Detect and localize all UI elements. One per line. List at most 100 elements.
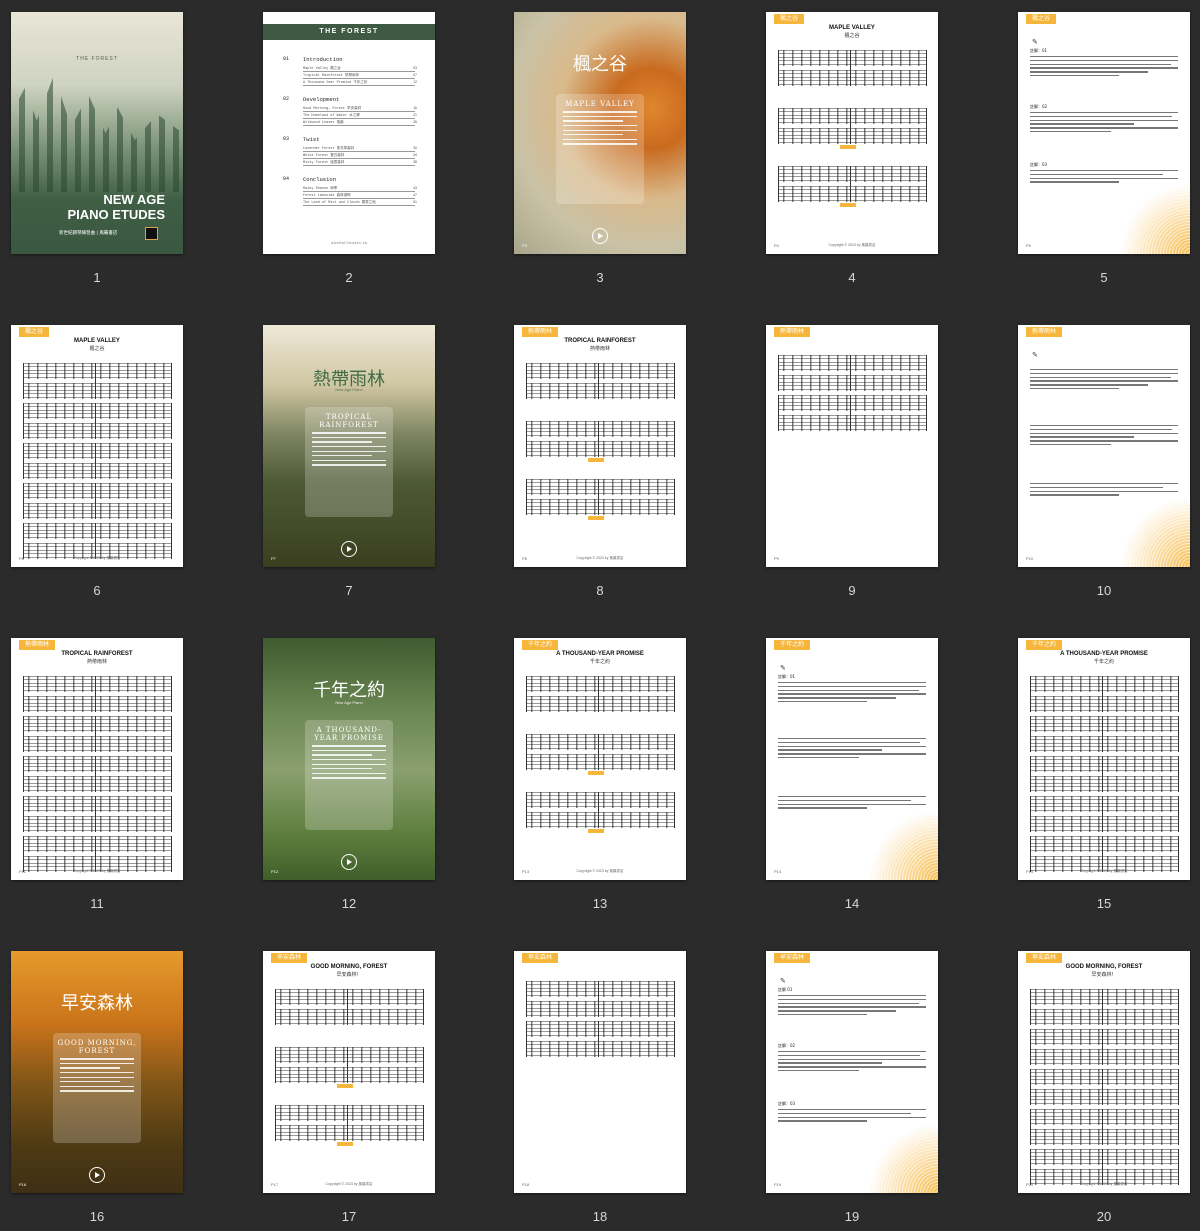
section-tag: 千年之約 bbox=[1026, 640, 1063, 650]
annotation-heading: 註解：03 bbox=[1030, 162, 1048, 167]
barline bbox=[1102, 989, 1103, 1025]
page-thumbnail[interactable]: 早安森林 GOOD MORNING, FOREST P16 bbox=[11, 951, 183, 1193]
barline bbox=[1030, 1029, 1031, 1065]
barline bbox=[1102, 716, 1103, 752]
toc-section-name: Development bbox=[303, 96, 340, 103]
barline bbox=[674, 981, 675, 1017]
cover-title-line-2: PIANO ETUDES bbox=[67, 207, 165, 222]
toc-entry-title[interactable]: A Thousand-Year Promise 千年之約 bbox=[303, 80, 415, 86]
toc-section-name: Twist bbox=[303, 136, 320, 143]
play-button-icon[interactable] bbox=[341, 854, 357, 870]
page-thumbnail[interactable]: 楓之谷 MAPLE VALLEY P3 bbox=[514, 12, 686, 254]
toc-entry-page: 12 bbox=[413, 80, 417, 84]
toc-entry-title[interactable]: The Homeland of Water 水之鄉 bbox=[303, 113, 415, 119]
toc-entry-title[interactable]: Wildwood Leaves 落葉 bbox=[303, 120, 415, 126]
bass-staff bbox=[1030, 1049, 1178, 1065]
page-thumbnail[interactable]: 早安森林 GOOD MORNING, FOREST 早安森林！ Copyright ©… bbox=[1018, 951, 1190, 1193]
treble-staff bbox=[23, 836, 171, 852]
page-thumbnail[interactable]: 千年之約 ✎ 註解：01 P14 bbox=[766, 638, 938, 880]
play-button-icon[interactable] bbox=[592, 228, 608, 244]
page-cell: 熱帶雨林 TROPICAL RAINFOREST 熱帶雨林 Copyright © 2… bbox=[514, 325, 686, 598]
page-thumbnail[interactable]: 千年之約 New Age Piano A THOUSAND-YEAR PROMISE… bbox=[263, 638, 435, 880]
forest-illustration bbox=[11, 75, 183, 192]
text-line bbox=[1030, 483, 1178, 485]
page-thumbnail[interactable]: 熱帶雨林 P9 bbox=[766, 325, 938, 567]
bass-staff bbox=[23, 696, 171, 712]
text-block bbox=[778, 1109, 926, 1124]
barline bbox=[526, 479, 527, 515]
bass-staff bbox=[526, 1001, 674, 1017]
barline bbox=[1030, 1149, 1031, 1185]
barline bbox=[171, 676, 172, 712]
toc-entry-title[interactable]: White Forest 雪白森林 bbox=[303, 153, 415, 159]
barline bbox=[674, 479, 675, 515]
text-block bbox=[1030, 56, 1178, 79]
copyright-footer: Copyright © 2023 by 風籟書店 bbox=[1080, 1182, 1128, 1186]
card-title: GOOD MORNING, FOREST bbox=[57, 1039, 137, 1055]
toc-entry-page: 26 bbox=[413, 120, 417, 124]
section-tag: 千年之約 bbox=[522, 640, 559, 650]
toc-entry-title[interactable]: The Land of Mist and Clouds 雲霧之地 bbox=[303, 200, 415, 206]
card-text-line bbox=[312, 763, 386, 765]
toc-entry-title[interactable]: Maple Valley 楓之谷 bbox=[303, 66, 415, 72]
page-thumbnail[interactable]: 千年之約 A THOUSAND-YEAR PROMISE 千年之約 Copyright… bbox=[1018, 638, 1190, 880]
barline bbox=[1178, 716, 1179, 752]
treble-staff bbox=[778, 108, 926, 124]
chord-highlight bbox=[337, 1142, 353, 1146]
toc-header: THE FOREST bbox=[263, 24, 435, 40]
toc-entry-title[interactable]: Lavender Forest 薰衣草森林 bbox=[303, 146, 415, 152]
barline bbox=[926, 108, 927, 144]
page-cell: 熱帶雨林 ✎ P10 10 bbox=[1018, 325, 1190, 598]
barline bbox=[1102, 676, 1103, 712]
page-thumbnail[interactable]: 熱帶雨林 ✎ P10 bbox=[1018, 325, 1190, 567]
barline bbox=[95, 676, 96, 712]
text-line bbox=[1030, 490, 1178, 492]
barline bbox=[1178, 1029, 1179, 1065]
toc-entry-page: 43 bbox=[413, 186, 417, 190]
text-line bbox=[778, 1120, 867, 1122]
bass-staff bbox=[275, 1009, 423, 1025]
barline bbox=[778, 50, 779, 86]
page-thumbnail[interactable]: 早安森林 P18 bbox=[514, 951, 686, 1193]
toc-section-number: 03 bbox=[283, 136, 290, 142]
barline bbox=[778, 166, 779, 202]
text-line bbox=[1030, 59, 1178, 62]
barline bbox=[526, 792, 527, 828]
barline bbox=[926, 166, 927, 202]
page-thumbnail[interactable]: 早安森林 GOOD MORNING, FOREST 早安森林！ Copyright ©… bbox=[263, 951, 435, 1193]
toc-entry-title[interactable]: Tropical Rainforest 熱帶雨林 bbox=[303, 73, 415, 79]
bass-staff bbox=[526, 754, 674, 770]
toc-entry-title[interactable]: Misty Forest 迷霧森林 bbox=[303, 160, 415, 166]
card-text-line bbox=[312, 459, 386, 462]
toc-entry-title[interactable]: Forest Lakeside 森林湖畔 bbox=[303, 193, 415, 199]
page-thumbnail[interactable]: 楓之谷 MAPLE VALLEY 楓之谷 Copyright © 2023 by 風籟… bbox=[766, 12, 938, 254]
play-button-icon[interactable] bbox=[89, 1167, 105, 1183]
page-thumbnail[interactable]: 熱帶雨林 TROPICAL RAINFOREST 熱帶雨林 Copyright © 2… bbox=[514, 325, 686, 567]
annotation-heading: 註解：02 bbox=[778, 1043, 796, 1048]
page-thumbnail[interactable]: 熱帶雨林 TROPICAL RAINFOREST 熱帶雨林 Copyright © 2… bbox=[11, 638, 183, 880]
toc-entry-title[interactable]: Rainy Season 雨季 bbox=[303, 186, 415, 192]
page-thumbnail[interactable]: THE FOREST 01 Introduction Maple Valley 楓之谷… bbox=[263, 12, 435, 254]
score-subtitle: 楓之谷 bbox=[844, 33, 860, 39]
barline bbox=[95, 443, 96, 479]
annotation-heading: 註解：01 bbox=[1030, 48, 1048, 53]
page-thumbnail[interactable]: 楓之谷 MAPLE VALLEY 楓之谷 Copyright © 2023 by 風籟… bbox=[11, 325, 183, 567]
toc-entry-title[interactable]: Good Morning, Forest 早安森林 bbox=[303, 106, 415, 112]
barline bbox=[1030, 756, 1031, 792]
page-thumbnail[interactable]: 熱帶雨林 New Age Piano TROPICAL RAINFOREST P7 bbox=[263, 325, 435, 567]
page-thumbnail[interactable]: THE FOREST NEW AGE PIANO ETUDES 新世紀鋼琴練習曲 | … bbox=[11, 12, 183, 254]
page-thumbnail[interactable]: 早安森林 ✎ 註解 01 註解：02 註解：03 P19 bbox=[766, 951, 938, 1193]
treble-staff bbox=[275, 1105, 423, 1121]
card-text-line bbox=[563, 143, 637, 145]
text-block bbox=[1030, 425, 1178, 448]
page-thumbnail[interactable]: 千年之約 A THOUSAND-YEAR PROMISE 千年之約 Copyright… bbox=[514, 638, 686, 880]
text-line bbox=[1030, 123, 1134, 125]
play-button-icon[interactable] bbox=[341, 541, 357, 557]
quill-icon: ✎ bbox=[780, 978, 786, 985]
card-text-line bbox=[312, 772, 386, 775]
barline bbox=[423, 989, 424, 1025]
treble-staff bbox=[778, 395, 926, 411]
page-thumbnail[interactable]: 楓之谷 ✎ 註解：01 註解：02 註解：03 P5 bbox=[1018, 12, 1190, 254]
text-line bbox=[778, 1010, 897, 1012]
barline bbox=[674, 1021, 675, 1057]
